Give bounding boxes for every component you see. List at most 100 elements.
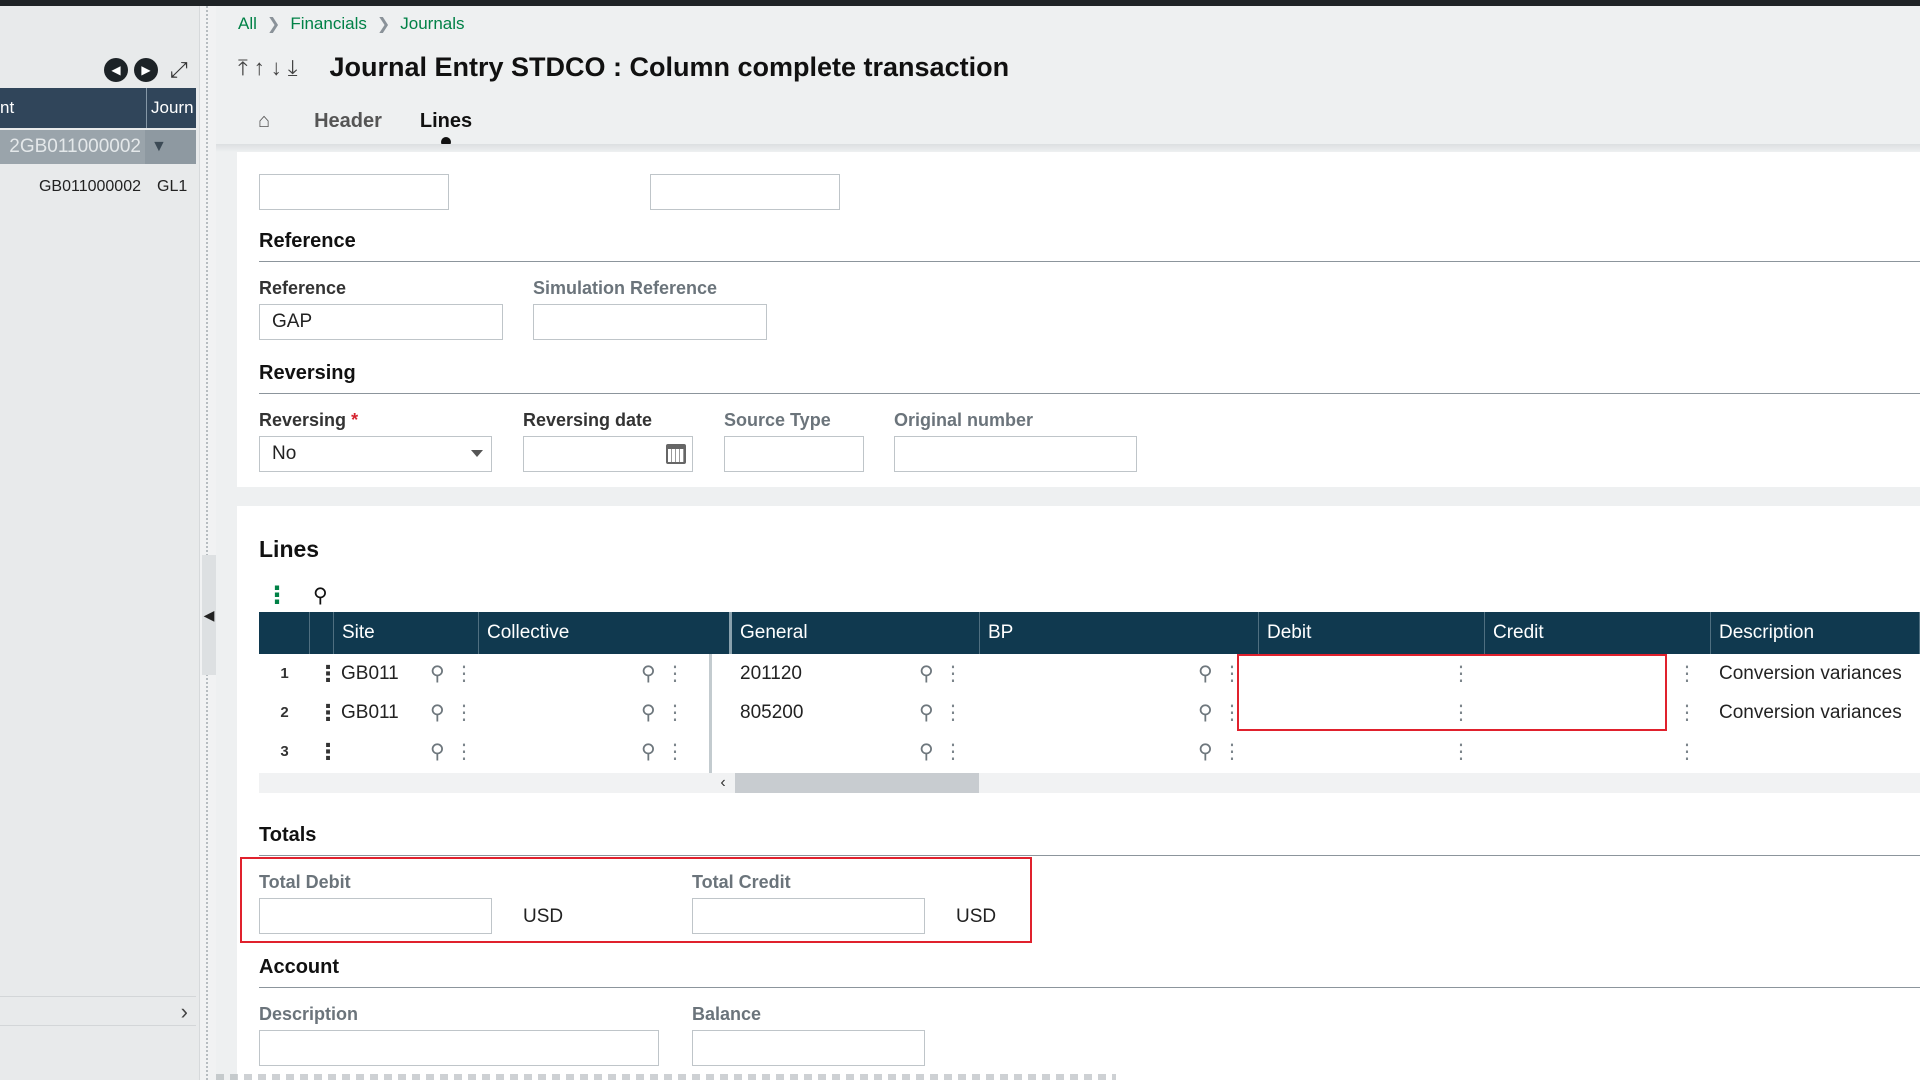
account-section-rule [259, 987, 1920, 988]
site-lookup-icon[interactable]: ⚲ [430, 654, 445, 693]
header-fields-card: Reference Reference GAP Simulation Refer… [237, 152, 1920, 487]
credit-kebab-icon[interactable]: ⋮ [1677, 732, 1697, 771]
lines-grid-header: Site Collective General BP Debit Credit … [259, 612, 1920, 654]
chevron-right-icon: ❯ [376, 16, 391, 33]
top-field-1[interactable] [259, 174, 449, 210]
table-row[interactable]: 2 ⋮ GB011 ⚲ ⋮ ⚲ ⋮ 805200 ⚲ ⋮ ⚲ ⋮ ⋮ ⋮ Con… [259, 693, 1920, 732]
left-panel-list-item[interactable]: GB011000002 GL1 [0, 168, 196, 206]
bp-lookup-icon[interactable]: ⚲ [1198, 654, 1213, 693]
page-title: Journal Entry STDCO : Column complete tr… [329, 52, 1010, 82]
credit-kebab-icon[interactable]: ⋮ [1677, 693, 1697, 732]
simulation-reference-input[interactable] [533, 304, 767, 340]
original-number-label: Original number [894, 410, 1034, 430]
tab-header[interactable]: Header [314, 110, 382, 133]
site-kebab-icon[interactable]: ⋮ [454, 732, 474, 771]
collective-lookup-icon[interactable]: ⚲ [641, 654, 656, 693]
column-header-credit[interactable]: Credit [1485, 612, 1711, 654]
lines-section-title: Lines [259, 536, 320, 562]
original-number-input[interactable] [894, 436, 1137, 472]
balance-input[interactable] [692, 1030, 925, 1066]
filter-icon[interactable]: ▼ [145, 130, 196, 164]
site-lookup-icon[interactable]: ⚲ [430, 693, 445, 732]
general-lookup-icon[interactable]: ⚲ [919, 654, 934, 693]
cell-site[interactable]: GB011 [341, 693, 399, 732]
collective-lookup-icon[interactable]: ⚲ [641, 693, 656, 732]
site-kebab-icon[interactable]: ⋮ [454, 654, 474, 693]
breadcrumb-financials[interactable]: Financials [290, 14, 367, 34]
debit-credit-highlight [1237, 654, 1667, 731]
debit-kebab-icon[interactable]: ⋮ [1451, 732, 1471, 771]
left-panel-header-col1[interactable]: nt [0, 88, 147, 128]
cell-site[interactable]: GB011 [341, 654, 399, 693]
general-lookup-icon[interactable]: ⚲ [919, 732, 934, 771]
frozen-column-divider [709, 654, 712, 773]
column-header-debit[interactable]: Debit [1259, 612, 1485, 654]
left-panel-filter-input[interactable]: 2GB011000002 [0, 130, 145, 164]
collective-kebab-icon[interactable]: ⋮ [665, 654, 685, 693]
reversing-select[interactable]: No [259, 436, 492, 472]
account-description-input[interactable] [259, 1030, 659, 1066]
left-panel-header-col2[interactable]: Journ [147, 88, 196, 128]
collapse-panel-toggle[interactable]: ◀ [202, 555, 216, 675]
expand-icon[interactable]: ⤢ [170, 59, 188, 81]
search-icon[interactable]: ⚲ [313, 586, 328, 606]
breadcrumb-journals[interactable]: Journals [400, 14, 464, 34]
collective-lookup-icon[interactable]: ⚲ [641, 732, 656, 771]
scroll-left-icon[interactable]: ‹ [713, 773, 733, 793]
next-record-icon[interactable]: ▶ [134, 58, 158, 82]
site-kebab-icon[interactable]: ⋮ [454, 693, 474, 732]
column-header-general[interactable]: General [732, 612, 980, 654]
general-kebab-icon[interactable]: ⋮ [943, 654, 963, 693]
next-record-icon[interactable]: ↓ [271, 55, 282, 81]
cell-description[interactable]: Conversion variances [1719, 693, 1902, 732]
main-content: All ❯ Financials ❯ Journals ⤒ ↑ ↓ ⤓ Jour… [216, 6, 1920, 1080]
table-actions-kebab-icon[interactable]: ⋮ [265, 584, 289, 608]
breadcrumb-all[interactable]: All [238, 14, 257, 34]
collective-kebab-icon[interactable]: ⋮ [665, 693, 685, 732]
row-actions-kebab-icon[interactable]: ⋮ [317, 654, 339, 693]
column-header-site[interactable]: Site [334, 612, 479, 654]
previous-record-icon[interactable]: ◀ [104, 58, 128, 82]
cell-general[interactable]: 805200 [740, 693, 803, 732]
general-kebab-icon[interactable]: ⋮ [943, 732, 963, 771]
reference-section-title: Reference [259, 230, 356, 252]
reference-input[interactable]: GAP [259, 304, 503, 340]
panel-splitter[interactable] [200, 6, 216, 1080]
column-header-bp[interactable]: BP [980, 612, 1259, 654]
credit-kebab-icon[interactable]: ⋮ [1677, 654, 1697, 693]
left-panel-scrollbar[interactable]: › [0, 996, 196, 1026]
bp-lookup-icon[interactable]: ⚲ [1198, 693, 1213, 732]
bp-kebab-icon[interactable]: ⋮ [1222, 732, 1242, 771]
column-header-collective[interactable]: Collective [479, 612, 732, 654]
row-actions-kebab-icon[interactable]: ⋮ [317, 732, 339, 771]
tab-lines[interactable]: Lines [420, 110, 472, 147]
scrollbar-thumb[interactable] [735, 773, 979, 793]
general-kebab-icon[interactable]: ⋮ [943, 693, 963, 732]
previous-record-icon[interactable]: ↑ [254, 55, 265, 81]
cell-general[interactable]: 201120 [740, 654, 802, 693]
left-panel-header: nt Journ [0, 88, 196, 128]
source-type-input[interactable] [724, 436, 864, 472]
column-header-description[interactable]: Description [1711, 612, 1920, 654]
account-description-label: Description [259, 1004, 359, 1024]
table-row[interactable]: 1 ⋮ GB011 ⚲ ⋮ ⚲ ⋮ 201120 ⚲ ⋮ ⚲ ⋮ ⋮ ⋮ Con… [259, 654, 1920, 693]
horizontal-scrollbar[interactable]: ‹ [259, 773, 1920, 793]
home-icon[interactable]: ⌂ [258, 110, 270, 133]
table-row[interactable]: 3 ⋮ ⚲ ⋮ ⚲ ⋮ ⚲ ⋮ ⚲ ⋮ ⋮ ⋮ [259, 732, 1920, 771]
site-lookup-icon[interactable]: ⚲ [430, 732, 445, 771]
top-field-2[interactable] [650, 174, 840, 210]
last-record-icon[interactable]: ⤓ [288, 55, 298, 81]
collective-kebab-icon[interactable]: ⋮ [665, 732, 685, 771]
general-lookup-icon[interactable]: ⚲ [919, 693, 934, 732]
record-navigation: ⤒ ↑ ↓ ⤓ [238, 55, 297, 81]
cell-description[interactable]: Conversion variances [1719, 654, 1902, 693]
reversing-date-input[interactable] [523, 436, 693, 472]
first-record-icon[interactable]: ⤒ [238, 55, 248, 81]
calendar-icon[interactable] [666, 444, 686, 464]
splitter-dots [206, 6, 210, 1080]
row-actions-kebab-icon[interactable]: ⋮ [317, 693, 339, 732]
chevron-down-icon[interactable] [471, 450, 483, 457]
chevron-right-icon[interactable]: › [181, 999, 188, 1025]
bp-lookup-icon[interactable]: ⚲ [1198, 732, 1213, 771]
caret-left-icon: ◀ [203, 606, 215, 623]
